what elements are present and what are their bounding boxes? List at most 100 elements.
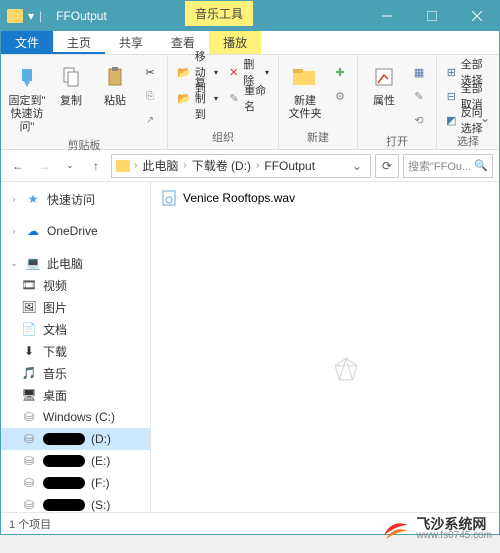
video-icon: 🎞 [21,277,37,293]
properties-icon [368,61,400,93]
breadcrumb-sep-icon[interactable]: › [134,160,137,171]
drive-icon: ⛁ [21,475,37,491]
sidebar-item-c-drive[interactable]: ⛁Windows (C:) [1,406,150,428]
sidebar-item-this-pc[interactable]: ⌄💻此电脑 [1,252,150,274]
sidebar-item-e-drive[interactable]: ⛁(E:) [1,450,150,472]
document-icon: 📄 [21,321,37,337]
content-area: ›★快速访问 ›☁OneDrive ⌄💻此电脑 🎞视频 🖼图片 📄文档 ⬇下载 … [1,182,499,512]
drive-icon: ⛁ [21,409,37,425]
sidebar-item-downloads[interactable]: ⬇下载 [1,340,150,362]
ribbon-group-select: ⊞全部选择 ⊟全部取消 ◩反向选择 选择 [437,55,499,149]
sidebar-item-desktop[interactable]: 🖥桌面 [1,384,150,406]
qat-separator: | [39,9,42,23]
copy-to-icon: 📂 [177,90,191,106]
edit-button[interactable]: ✎ [408,85,430,107]
sidebar-item-documents[interactable]: 📄文档 [1,318,150,340]
breadcrumb[interactable]: › 此电脑 › 下载卷 (D:) › FFOutput ⌄ [111,154,371,178]
up-button[interactable]: ↑ [85,155,107,177]
select-none-icon: ⊟ [446,88,457,104]
logo-icon [382,515,410,543]
pin-button[interactable]: 固定到" 快速访问" [7,61,47,135]
easy-access-button[interactable]: ⚙ [329,85,351,107]
maximize-button[interactable] [409,1,454,31]
search-input[interactable]: 搜索"FFOu... 🔍 [403,154,493,178]
new-folder-button[interactable]: 新建 文件夹 [285,61,325,121]
sidebar-item-music[interactable]: 🎵音乐 [1,362,150,384]
sidebar-item-pictures[interactable]: 🖼图片 [1,296,150,318]
rename-icon: ✎ [228,90,240,106]
sidebar-item-onedrive[interactable]: ›☁OneDrive [1,220,150,242]
item-count: 1 个项目 [9,516,51,532]
breadcrumb-sep-icon[interactable]: › [183,160,186,171]
sidebar-item-d-drive[interactable]: ⛁(D:) [1,428,150,450]
sidebar-item-videos[interactable]: 🎞视频 [1,274,150,296]
group-label-new: 新建 [285,127,351,149]
paste-shortcut-button[interactable]: ↗ [139,109,161,131]
sidebar-item-f-drive[interactable]: ⛁(F:) [1,472,150,494]
watermark: 飞沙系统网 www.fs0745.com [382,515,492,543]
search-icon: 🔍 [474,159,488,172]
delete-button[interactable]: ✕删除▾ [225,61,272,83]
new-folder-icon [289,61,321,93]
chevron-right-icon[interactable]: › [9,226,19,236]
star-icon: ★ [25,191,41,207]
invert-icon: ◩ [446,112,457,128]
drive-icon: ⛁ [21,431,37,447]
refresh-button[interactable]: ⟳ [375,154,399,178]
paste-button[interactable]: 粘贴 [95,61,135,108]
copy-to-button[interactable]: 📂复制到▾ [174,87,221,109]
navigation-pane[interactable]: ›★快速访问 ›☁OneDrive ⌄💻此电脑 🎞视频 🖼图片 📄文档 ⬇下载 … [1,182,151,512]
titlebar: ▾ | FFOutput 音乐工具 [1,1,499,31]
tab-home[interactable]: 主页 [53,31,105,54]
drive-icon: ⛁ [21,497,37,512]
breadcrumb-dropdown-icon[interactable]: ⌄ [348,159,366,173]
close-button[interactable] [454,1,499,31]
tab-play[interactable]: 播放 [209,31,261,54]
sidebar-item-s-drive[interactable]: ⛁(S:) [1,494,150,512]
copy-path-button[interactable]: ⎘ [139,85,161,107]
explorer-window: ▾ | FFOutput 音乐工具 文件 主页 共享 查看 播放 固定到" 快速… [0,0,500,535]
group-label-open: 打开 [364,131,430,153]
copy-icon [55,61,87,93]
ribbon-group-clipboard: 固定到" 快速访问" 复制 粘贴 ✂ ⎘ ↗ 剪贴板 [1,55,168,149]
chevron-down-icon[interactable]: ⌄ [9,258,19,268]
new-item-icon: ✚ [332,64,348,80]
paste-icon [99,61,131,93]
music-icon: 🎵 [21,365,37,381]
back-button[interactable]: ← [7,155,29,177]
open-button[interactable]: ▦ [408,61,430,83]
move-to-icon: 📂 [177,64,191,80]
rename-button[interactable]: ✎重命名 [225,87,272,109]
chevron-down-icon: ▾ [214,94,218,103]
forward-button[interactable]: → [33,155,55,177]
delete-icon: ✕ [228,64,239,80]
chevron-right-icon[interactable]: › [9,194,19,204]
group-label-select: 选择 [443,131,493,153]
history-button[interactable]: ⟲ [408,109,430,131]
tab-share[interactable]: 共享 [105,31,157,54]
group-label-organize: 组织 [174,127,272,149]
copy-button[interactable]: 复制 [51,61,91,108]
desktop-icon: 🖥 [21,387,37,403]
breadcrumb-seg-pc[interactable]: 此电脑 [139,157,181,174]
breadcrumb-seg-drive[interactable]: 下载卷 (D:) [189,157,254,174]
pin-icon [11,61,43,93]
folder-icon [7,9,23,23]
breadcrumb-seg-folder[interactable]: FFOutput [261,159,318,173]
sidebar-item-quick-access[interactable]: ›★快速访问 [1,188,150,210]
redacted-text [43,433,85,445]
cut-button[interactable]: ✂ [139,61,161,83]
contextual-tab-music[interactable]: 音乐工具 [185,1,253,26]
recent-locations-button[interactable]: ⌄ [59,155,81,177]
new-item-button[interactable]: ✚ [329,61,351,83]
properties-button[interactable]: 属性 [364,61,404,108]
qat-dropdown-icon[interactable]: ▾ [27,8,35,24]
minimize-button[interactable] [364,1,409,31]
shortcut-icon: ↗ [142,112,158,128]
collapse-ribbon-button[interactable]: ⌄ [475,111,495,125]
window-title: FFOutput [56,9,107,23]
tab-file[interactable]: 文件 [1,31,53,54]
breadcrumb-sep-icon[interactable]: › [256,160,259,171]
list-item[interactable]: Venice Rooftops.wav [157,188,493,208]
file-list[interactable]: Venice Rooftops.wav [151,182,499,512]
